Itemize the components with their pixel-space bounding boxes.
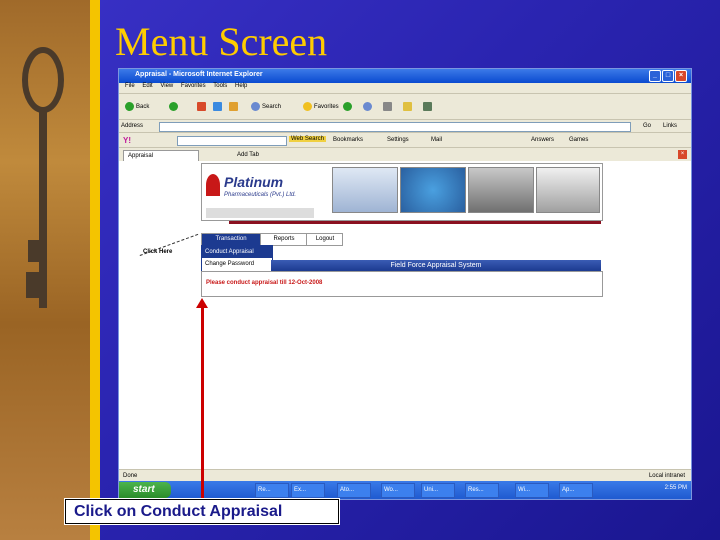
- print-icon[interactable]: [383, 102, 394, 111]
- edit-icon[interactable]: [403, 102, 414, 111]
- start-button[interactable]: start: [119, 482, 171, 498]
- menu-bar: File Edit View Favorites Tools Help: [119, 83, 691, 93]
- decorative-strip: [0, 0, 90, 540]
- banner-image-chart: [400, 167, 466, 213]
- banner-image-team: [468, 167, 534, 213]
- red-arrow: [201, 306, 204, 500]
- favorites-label: Favorites: [314, 104, 339, 111]
- maximize-icon[interactable]: □: [662, 70, 674, 82]
- banner-divider: [229, 221, 601, 224]
- nav-reports[interactable]: Reports: [260, 234, 307, 245]
- home-icon[interactable]: [229, 102, 240, 111]
- menu-help[interactable]: Help: [235, 83, 247, 89]
- messenger-icon[interactable]: [423, 102, 434, 111]
- address-input[interactable]: [159, 122, 631, 132]
- taskbar-item[interactable]: Ap...: [559, 483, 593, 498]
- taskbar-item[interactable]: Re...: [255, 483, 289, 498]
- address-label: Address: [121, 123, 144, 129]
- taskbar-item[interactable]: Ato...: [337, 483, 371, 498]
- web-search-button[interactable]: Web Search: [289, 136, 326, 142]
- address-bar: Address Go Links: [119, 119, 691, 133]
- status-zone: Local intranet: [648, 473, 685, 479]
- tab-add[interactable]: Add Tab: [233, 150, 281, 160]
- tab-bar: Appraisal Add Tab ×: [119, 147, 691, 162]
- transaction-dropdown: Conduct Appraisal Change Password: [201, 245, 273, 273]
- settings-button[interactable]: Settings: [387, 137, 409, 143]
- menu-view[interactable]: View: [160, 83, 173, 89]
- browser-screenshot: Appraisal - Microsoft Internet Explorer …: [118, 68, 692, 500]
- back-icon: [125, 102, 134, 111]
- windows-taskbar: start Re... Ex... Ato... Wo... Uni... Re…: [119, 481, 691, 499]
- appraisal-notice: Please conduct appraisal till 12-Oct-200…: [206, 280, 323, 286]
- yahoo-search-input[interactable]: [177, 136, 287, 146]
- nav-transaction[interactable]: Transaction: [202, 234, 260, 245]
- close-icon[interactable]: ×: [675, 70, 687, 82]
- history-icon[interactable]: [343, 102, 354, 111]
- mail-icon[interactable]: [363, 102, 374, 111]
- favorites-button[interactable]: Favorites: [303, 102, 339, 111]
- banner-image-people: [332, 167, 398, 213]
- yahoo-toolbar: Y! Web Search Bookmarks Settings Mail An…: [119, 132, 691, 148]
- minimize-icon[interactable]: _: [649, 70, 661, 82]
- forward-icon[interactable]: [169, 102, 180, 111]
- menu-file[interactable]: File: [125, 83, 135, 89]
- search-button[interactable]: Search: [251, 102, 281, 111]
- back-label: Back: [136, 104, 150, 111]
- menu-tools[interactable]: Tools: [213, 83, 227, 89]
- banner-image-magnifier: [536, 167, 600, 213]
- taskbar-item[interactable]: Wo...: [381, 483, 415, 498]
- company-name: Platinum: [224, 174, 284, 190]
- window-title: Appraisal - Microsoft Internet Explorer: [135, 71, 263, 78]
- close-tab-icon[interactable]: ×: [678, 150, 687, 159]
- platinum-logo-icon: [206, 174, 220, 196]
- refresh-icon[interactable]: [213, 102, 224, 111]
- slide-caption: Click on Conduct Appraisal: [64, 498, 340, 525]
- search-label: Search: [262, 104, 282, 111]
- menu-favorites[interactable]: Favorites: [181, 83, 206, 89]
- games-button[interactable]: Games: [569, 137, 588, 143]
- taskbar-item[interactable]: Ex...: [291, 483, 325, 498]
- stop-icon[interactable]: [197, 102, 208, 111]
- search-icon: [251, 102, 260, 111]
- accent-bar: [90, 0, 100, 540]
- ie-toolbar: Back Search Favorites: [119, 93, 691, 120]
- menu-conduct-appraisal[interactable]: Conduct Appraisal: [202, 246, 272, 258]
- page-content: Platinum Pharmaceuticals (Pvt.) Ltd. Tra…: [119, 161, 691, 469]
- status-text: Done: [123, 473, 138, 479]
- app-banner: Platinum Pharmaceuticals (Pvt.) Ltd.: [201, 163, 603, 221]
- company-subtitle: Pharmaceuticals (Pvt.) Ltd.: [224, 192, 297, 198]
- slide-title: Menu Screen: [115, 19, 328, 64]
- mail-button[interactable]: Mail: [431, 137, 442, 143]
- menu-change-password[interactable]: Change Password: [202, 258, 272, 270]
- taskbar-item[interactable]: Wi...: [515, 483, 549, 498]
- banner-badges: [206, 208, 314, 218]
- menu-edit[interactable]: Edit: [142, 83, 152, 89]
- taskbar-item[interactable]: Uni...: [421, 483, 455, 498]
- yahoo-logo-icon: Y!: [123, 136, 131, 145]
- taskbar-clock: 2:55 PM: [664, 485, 687, 491]
- nav-logout[interactable]: Logout: [306, 234, 343, 245]
- taskbar-item[interactable]: Res...: [465, 483, 499, 498]
- key-icon: [22, 47, 64, 308]
- ie-titlebar: Appraisal - Microsoft Internet Explorer …: [119, 69, 691, 83]
- back-button[interactable]: Back: [125, 102, 149, 111]
- red-arrow-head: [196, 298, 208, 308]
- go-button[interactable]: Go: [643, 123, 651, 129]
- star-icon: [303, 102, 312, 111]
- links-label: Links: [663, 123, 678, 129]
- notice-box: Please conduct appraisal till 12-Oct-200…: [201, 271, 603, 297]
- bookmarks-button[interactable]: Bookmarks: [333, 137, 363, 143]
- answers-button[interactable]: Answers: [531, 137, 554, 143]
- system-title-bar: Field Force Appraisal System: [271, 260, 601, 271]
